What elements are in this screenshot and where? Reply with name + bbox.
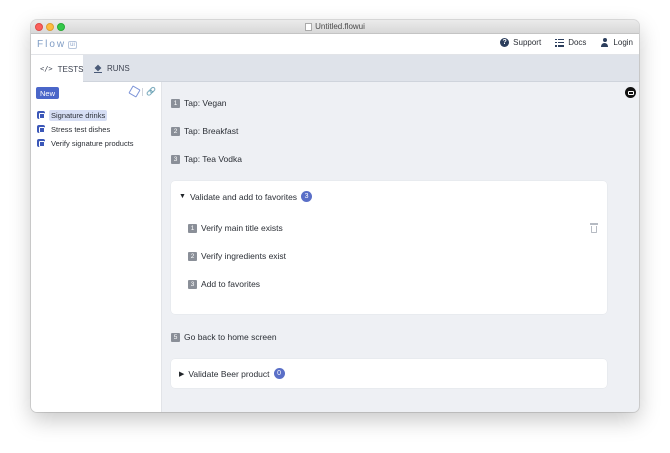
support-link[interactable]: ? Support <box>500 38 541 47</box>
logo: Flow ui <box>37 39 77 50</box>
maximize-window-button[interactable] <box>57 23 65 31</box>
chat-icon[interactable] <box>625 87 636 98</box>
step-label: Verify ingredients exist <box>201 251 287 261</box>
step-label: Tap: Tea Vodka <box>184 154 242 164</box>
tab-tests-label: TESTS <box>57 64 84 74</box>
step-row[interactable]: 5 Go back to home screen <box>171 332 277 342</box>
step-label: Tap: Vegan <box>184 98 227 108</box>
app-header: Flow ui ? Support Docs Login <box>31 34 639 55</box>
sidebar-item-label: Verify signature products <box>51 138 134 148</box>
step-number: 3 <box>188 279 197 289</box>
logo-badge: ui <box>68 40 77 49</box>
link-icon[interactable]: 🔗 <box>146 87 156 96</box>
step-number: 2 <box>171 126 180 136</box>
sidebar: New 🔗 Signature drinks Stress test dishe… <box>31 82 162 412</box>
tab-tests[interactable]: </> TESTS <box>31 55 83 83</box>
step-label: Tap: Breakfast <box>184 126 239 136</box>
step-number: 1 <box>188 223 197 233</box>
chevron-down-icon: ▼ <box>179 193 186 200</box>
step-number: 2 <box>188 251 197 261</box>
login-link[interactable]: Login <box>600 38 633 47</box>
tab-runs-label: RUNS <box>107 64 130 73</box>
header-links: ? Support Docs Login <box>500 38 633 47</box>
step-number: 3 <box>171 154 180 164</box>
user-icon <box>600 38 609 47</box>
docs-icon <box>555 38 565 47</box>
group-count-badge: 0 <box>273 368 285 379</box>
sidebar-item-verify-signature-products[interactable]: Verify signature products <box>37 136 157 150</box>
step-label: Go back to home screen <box>184 332 277 342</box>
minimize-window-button[interactable] <box>46 23 54 31</box>
logo-text: Flow <box>37 39 67 50</box>
step-group-card: ▶ Validate Beer product 0 <box>171 359 607 388</box>
sidebar-item-label: Signature drinks <box>49 109 108 121</box>
group-title: Validate and add to favorites <box>189 191 298 202</box>
docs-label: Docs <box>568 38 587 47</box>
sidebar-item-label: Stress test dishes <box>51 124 111 134</box>
step-number: 5 <box>171 332 180 342</box>
test-list: Signature drinks Stress test dishes Veri… <box>37 108 157 150</box>
trash-icon[interactable] <box>590 223 598 233</box>
test-icon <box>37 125 45 133</box>
chevron-right-icon: ▶ <box>179 370 185 378</box>
tool-divider <box>142 87 144 96</box>
document-icon <box>305 22 313 31</box>
group-toggle[interactable]: ▼ Validate and add to favorites 3 <box>179 191 313 202</box>
group-step-row[interactable]: 1 Verify main title exists <box>188 223 283 233</box>
step-row[interactable]: 2 Tap: Breakfast <box>171 126 238 136</box>
title-bar: Untitled.flowui <box>31 20 639 34</box>
step-number: 1 <box>171 98 180 108</box>
step-label: Verify main title exists <box>201 223 283 233</box>
group-step-row[interactable]: 3 Add to favorites <box>188 279 260 289</box>
app-window: Untitled.flowui Flow ui ? Support Docs L… <box>31 20 639 412</box>
group-title: Validate Beer product <box>188 368 270 379</box>
group-step-row[interactable]: 2 Verify ingredients exist <box>188 251 286 261</box>
docs-link[interactable]: Docs <box>555 38 586 47</box>
sidebar-tools: 🔗 <box>128 85 156 98</box>
window-controls <box>35 23 65 31</box>
group-toggle[interactable]: ▶ Validate Beer product 0 <box>179 368 285 379</box>
support-label: Support <box>513 38 542 47</box>
tab-runs[interactable]: RUNS <box>85 55 139 82</box>
test-icon <box>37 111 45 119</box>
support-icon: ? <box>500 38 510 47</box>
login-label: Login <box>613 38 633 47</box>
step-row[interactable]: 1 Tap: Vegan <box>171 98 227 108</box>
new-button[interactable]: New <box>36 87 60 99</box>
tab-bar: </> TESTS RUNS <box>31 55 639 83</box>
code-icon: </> <box>40 65 53 73</box>
window-title-text: Untitled.flowui <box>315 22 365 31</box>
test-icon <box>37 139 45 147</box>
window-title: Untitled.flowui <box>305 22 365 31</box>
step-row[interactable]: 3 Tap: Tea Vodka <box>171 154 242 164</box>
step-group-card: ▼ Validate and add to favorites 3 1 Veri… <box>171 181 607 314</box>
test-editor: 1 Tap: Vegan 2 Tap: Breakfast 3 Tap: Tea… <box>162 82 639 412</box>
group-count-badge: 3 <box>301 191 313 202</box>
stack-icon <box>94 65 102 73</box>
step-label: Add to favorites <box>201 279 261 289</box>
sidebar-item-signature-drinks[interactable]: Signature drinks <box>37 108 157 122</box>
close-window-button[interactable] <box>35 23 43 31</box>
sidebar-item-stress-test-dishes[interactable]: Stress test dishes <box>37 122 157 136</box>
cube-icon[interactable] <box>128 85 141 98</box>
